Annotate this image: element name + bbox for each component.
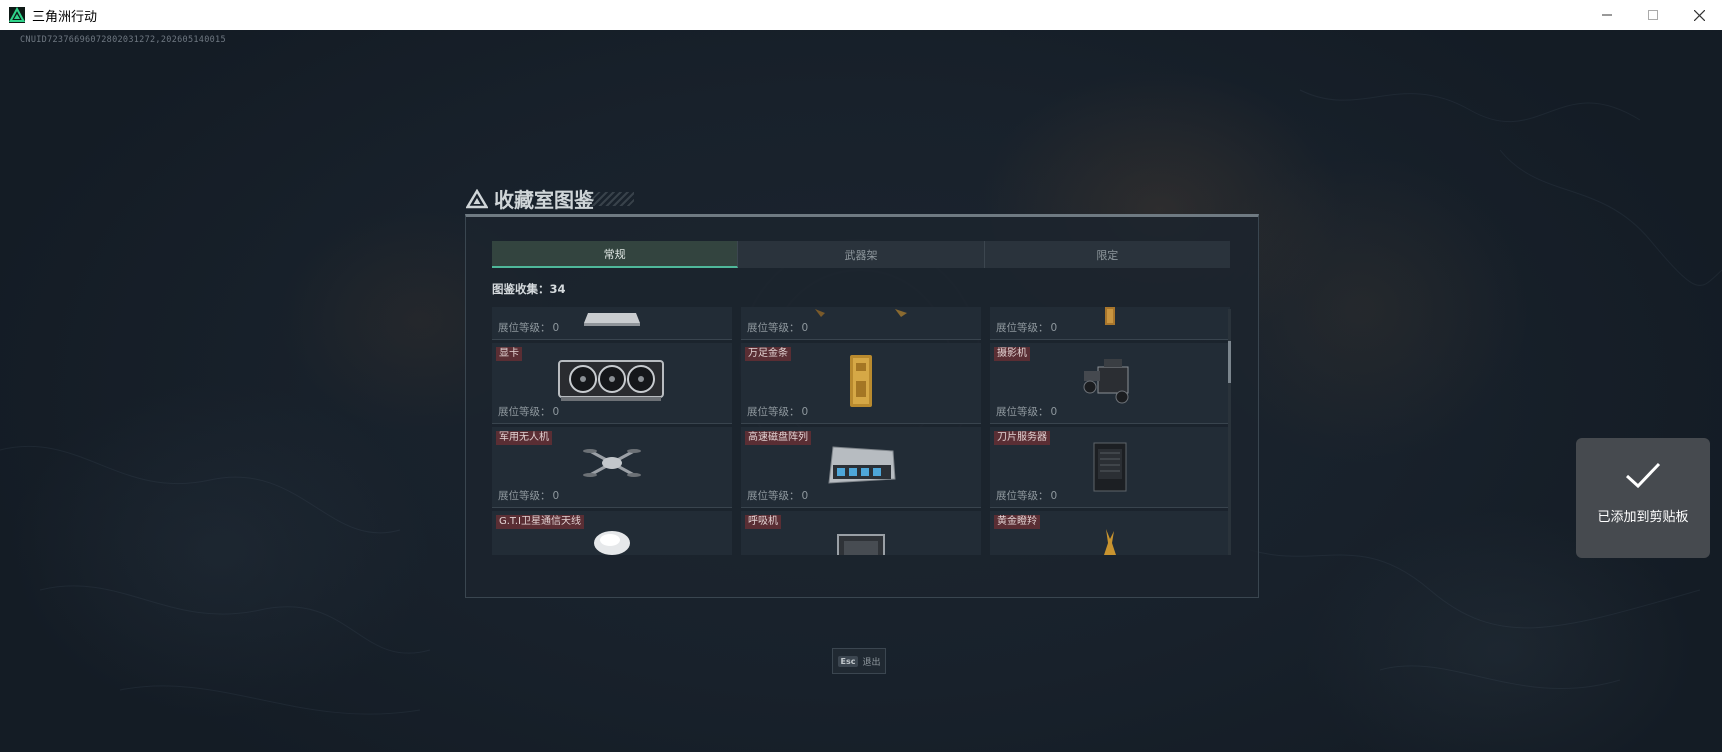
minimize-icon[interactable] <box>1584 0 1630 30</box>
player-uid: CNUID72376696072802031272,202605140015 <box>20 35 226 45</box>
collection-card[interactable]: 展位等级： 0 <box>741 307 981 340</box>
booth-level: 展位等级： 0 <box>747 490 809 502</box>
collection-count: 图鉴收集：34 <box>492 281 566 297</box>
disk-array-icon <box>828 446 896 484</box>
gold-relic-icon <box>1105 307 1115 325</box>
item-name: 高速磁盘阵列 <box>745 431 811 445</box>
booth-level: 展位等级： 0 <box>498 490 560 502</box>
esc-key: Esc <box>837 655 859 667</box>
checkmark-icon <box>1625 462 1661 489</box>
gold-bar-icon <box>850 355 872 407</box>
graphics-card-icon <box>558 360 664 401</box>
panel-title: 收藏室图鉴 <box>466 184 594 213</box>
booth-level: 展位等级： 0 <box>498 406 560 418</box>
collection-card[interactable]: 摄影机 展位等级： 0 <box>990 343 1230 424</box>
booth-level: 展位等级： 0 <box>996 490 1058 502</box>
tab-limited[interactable]: 限定 <box>985 241 1230 268</box>
camera-icon <box>1083 359 1129 404</box>
grid-scrollbar[interactable] <box>1228 309 1231 555</box>
item-name: 军用无人机 <box>496 431 552 445</box>
item-name: 摄影机 <box>994 347 1030 361</box>
panel-title-text: 收藏室图鉴 <box>494 188 594 212</box>
collection-label: 图鉴收集： <box>492 282 550 296</box>
window-titlebar: 三角洲行动 <box>0 0 1722 31</box>
artifact-icon <box>815 309 907 317</box>
scroll-thumb[interactable] <box>1228 341 1231 383</box>
collection-panel: 常规 武器架 限定 图鉴收集：34 展位等级： 0 展位等级： 0 展位等级： … <box>465 214 1259 598</box>
collection-card[interactable]: 展位等级： 0 <box>492 307 732 340</box>
collection-grid[interactable]: 展位等级： 0 展位等级： 0 展位等级： 0 显卡 展位等级： 0 万足金条 … <box>492 307 1230 555</box>
collection-card[interactable]: G.T.I卫星通信天线 <box>492 511 732 555</box>
tab-weapon-rack[interactable]: 武器架 <box>738 241 985 268</box>
collection-card[interactable]: 军用无人机 展位等级： 0 <box>492 427 732 508</box>
delta-force-logo-icon <box>9 7 25 23</box>
collection-card[interactable]: 显卡 展位等级： 0 <box>492 343 732 424</box>
collection-value: 34 <box>549 282 566 296</box>
laptop-icon <box>584 313 640 326</box>
delta-logo-icon <box>466 188 488 208</box>
collection-card[interactable]: 呼吸机 <box>741 511 981 555</box>
collection-card[interactable]: 展位等级： 0 <box>990 307 1230 340</box>
toast-message: 已添加到剪贴板 <box>1597 510 1689 525</box>
booth-level: 展位等级： 0 <box>996 322 1058 334</box>
drone-icon <box>583 449 641 477</box>
tab-bar: 常规 武器架 限定 <box>492 241 1230 268</box>
game-viewport: CNUID72376696072802031272,202605140015 收… <box>0 30 1722 752</box>
item-name: 万足金条 <box>745 347 791 361</box>
satellite-dish-icon <box>594 531 630 555</box>
item-name: 刀片服务器 <box>994 431 1050 445</box>
booth-level: 展位等级： 0 <box>996 406 1058 418</box>
item-name: G.T.I卫星通信天线 <box>496 515 584 529</box>
gold-gazelle-icon <box>1104 529 1116 555</box>
booth-level: 展位等级： 0 <box>747 406 809 418</box>
item-name: 显卡 <box>496 347 522 361</box>
collection-card[interactable]: 万足金条 展位等级： 0 <box>741 343 981 424</box>
title-decoration <box>584 192 634 206</box>
booth-level: 展位等级： 0 <box>747 322 809 334</box>
collection-card[interactable]: 刀片服务器 展位等级： 0 <box>990 427 1230 508</box>
maximize-icon[interactable] <box>1630 0 1676 30</box>
item-name: 黄金瞪羚 <box>994 515 1040 529</box>
item-name: 呼吸机 <box>745 515 781 529</box>
exit-button[interactable]: Esc 退出 <box>832 648 886 674</box>
booth-level: 展位等级： 0 <box>498 322 560 334</box>
clipboard-toast: 已添加到剪贴板 <box>1576 438 1710 558</box>
collection-card[interactable]: 黄金瞪羚 <box>990 511 1230 555</box>
window-title: 三角洲行动 <box>32 9 98 25</box>
ventilator-icon <box>837 534 885 555</box>
tab-regular[interactable]: 常规 <box>492 241 739 268</box>
exit-label: 退出 <box>862 657 881 668</box>
close-icon[interactable] <box>1676 0 1722 30</box>
blade-server-icon <box>1093 442 1127 492</box>
collection-card[interactable]: 高速磁盘阵列 展位等级： 0 <box>741 427 981 508</box>
